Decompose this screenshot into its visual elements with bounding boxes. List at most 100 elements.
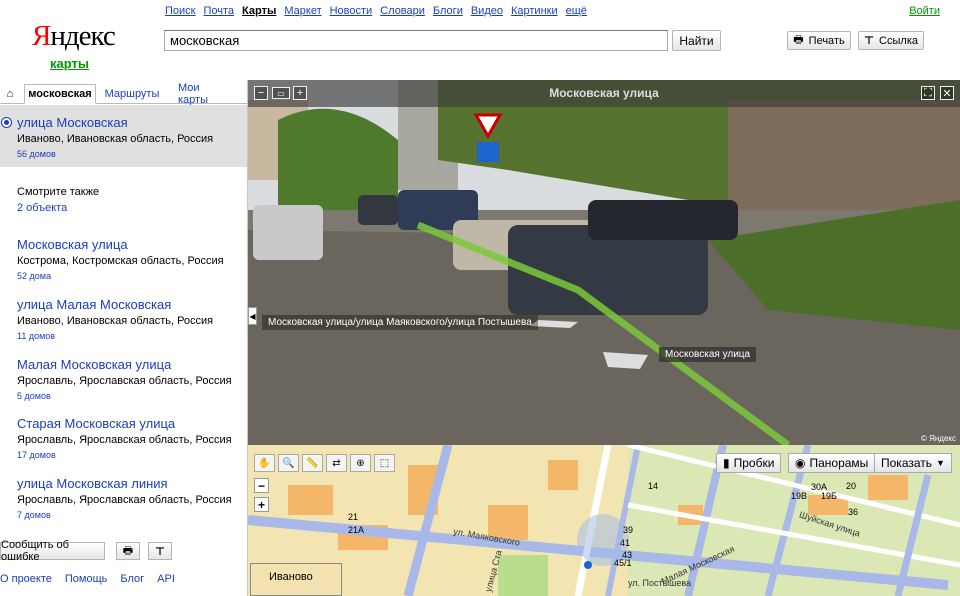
close-icon[interactable]: ✕ xyxy=(940,86,954,100)
search-button[interactable]: Найти xyxy=(672,30,721,51)
traffic-button[interactable]: ▮ Пробки xyxy=(716,453,782,473)
hand-icon[interactable]: ✋ xyxy=(254,454,275,472)
service-market[interactable]: Маркет xyxy=(284,5,321,17)
top-bar: Яндекс карты Поиск Почта Карты Маркет Но… xyxy=(0,0,960,80)
result-title[interactable]: Старая Московская улица xyxy=(17,416,232,431)
service-dictionaries[interactable]: Словари xyxy=(380,5,425,17)
list-item[interactable]: Старая Московская улица Ярославль, Яросл… xyxy=(17,416,232,460)
collapse-sidebar-icon[interactable]: ◀ xyxy=(248,307,257,325)
select-icon[interactable]: ⬚ xyxy=(374,454,395,472)
panorama-title: Московская улица xyxy=(549,86,659,100)
service-images[interactable]: Картинки xyxy=(511,5,558,17)
panoramas-label: Панорамы xyxy=(809,456,869,470)
service-maps[interactable]: Карты xyxy=(242,5,276,17)
map-view[interactable]: 21А 21 39 41 43 45/1 14 30А 19В 19Б 20 3… xyxy=(248,445,960,596)
print-button-label: Печать xyxy=(808,34,845,47)
result-title[interactable]: улица Московская xyxy=(17,115,213,130)
service-video[interactable]: Видео xyxy=(471,5,503,17)
traffic-label: Пробки xyxy=(733,456,775,470)
service-more[interactable]: ещё xyxy=(566,5,587,17)
service-news[interactable]: Новости xyxy=(330,5,373,17)
see-also: Смотрите также 2 объекта xyxy=(17,186,99,214)
print-button[interactable]: 🖶 Печать xyxy=(787,31,851,50)
house-number: 45/1 xyxy=(614,558,632,568)
panorama-direction-label[interactable]: Московская улица/улица Маяковского/улица… xyxy=(262,315,538,330)
printer-icon[interactable]: 🖶 xyxy=(116,542,140,560)
ruler-icon[interactable]: 📏 xyxy=(302,454,323,472)
house-number: 19Б xyxy=(821,491,837,501)
minimap[interactable]: Иваново xyxy=(250,563,342,596)
house-number: 21А xyxy=(348,525,365,535)
panoramas-button[interactable]: ◉ Панорамы xyxy=(788,453,876,473)
login-link[interactable]: Войти xyxy=(909,5,940,17)
result-title[interactable]: улица Московская линия xyxy=(17,476,232,491)
report-error-button[interactable]: Сообщить об ошибке xyxy=(0,539,105,563)
service-search[interactable]: Поиск xyxy=(165,5,195,17)
home-icon[interactable]: ⌂ xyxy=(0,84,20,104)
result-address: Иваново, Ивановская область, Россия xyxy=(17,315,214,327)
zoom-slider[interactable]: ▭ xyxy=(272,87,290,99)
result-count[interactable]: 7 домов xyxy=(17,510,232,520)
pushpin-icon: ⊤ xyxy=(863,35,875,47)
panorama-scene xyxy=(248,80,960,445)
tab-search[interactable]: московская xyxy=(24,84,96,104)
route-icon[interactable]: ⇄ xyxy=(326,454,347,472)
result-count[interactable]: 11 домов xyxy=(17,331,213,341)
link-button[interactable]: ⊤ Ссылка xyxy=(858,31,924,50)
result-count[interactable]: 5 домов xyxy=(17,391,232,401)
magnifier-icon[interactable]: 🔍 xyxy=(278,454,299,472)
services-nav: Поиск Почта Карты Маркет Новости Словари… xyxy=(165,5,587,17)
footer-blog[interactable]: Блог xyxy=(120,573,144,585)
panorama-street-label[interactable]: Московская улица xyxy=(659,347,757,362)
result-address: Кострома, Костромская область, Россия xyxy=(17,255,224,267)
show-label: Показать xyxy=(881,456,933,470)
see-also-label: Смотрите также xyxy=(17,186,100,198)
maps-service-link[interactable]: карты xyxy=(50,56,89,71)
service-blogs[interactable]: Блоги xyxy=(433,5,463,17)
footer-about[interactable]: О проекте xyxy=(0,573,52,585)
fullscreen-icon[interactable]: ⛶ xyxy=(921,86,935,100)
zoom-out-icon[interactable]: − xyxy=(254,86,268,100)
map-zoom-out-icon[interactable]: − xyxy=(254,478,269,493)
minimap-city-label: Иваново xyxy=(269,571,313,583)
see-also-count[interactable]: 2 объекта xyxy=(17,202,99,214)
yandex-logo[interactable]: Яндекс xyxy=(32,20,116,53)
sidebar-actions: Сообщить об ошибке 🖶 ⊤ xyxy=(0,539,247,566)
house-number: 19В xyxy=(791,491,808,501)
street-label: ул. Постышева xyxy=(628,578,692,588)
result-title[interactable]: улица Малая Московская xyxy=(17,297,213,312)
house-number: 21 xyxy=(348,512,359,522)
footer-help[interactable]: Помощь xyxy=(65,573,108,585)
list-item[interactable]: улица Московская Иваново, Ивановская обл… xyxy=(17,115,213,159)
zoom-in-icon[interactable]: + xyxy=(293,86,307,100)
tab-my-maps[interactable]: Мои карты xyxy=(178,82,230,106)
result-address: Ярославль, Ярославская область, Россия xyxy=(17,434,232,446)
list-item[interactable]: Малая Московская улица Ярославль, Яросла… xyxy=(17,357,232,401)
result-count[interactable]: 52 дома xyxy=(17,271,224,281)
service-mail[interactable]: Почта xyxy=(203,5,234,17)
logo-first-letter: Я xyxy=(32,20,51,52)
house-number: 20 xyxy=(846,481,857,491)
list-item[interactable]: улица Малая Московская Иваново, Ивановск… xyxy=(17,297,213,341)
footer-api[interactable]: API xyxy=(157,573,175,585)
result-count[interactable]: 56 домов xyxy=(17,149,213,159)
result-title[interactable]: Московская улица xyxy=(17,237,224,252)
result-address: Иваново, Ивановская область, Россия xyxy=(17,133,214,145)
footer-links: О проекте Помощь Блог API xyxy=(0,573,247,585)
selected-radio[interactable] xyxy=(1,117,12,128)
result-count[interactable]: 17 домов xyxy=(17,450,232,460)
point-icon[interactable]: ⊕ xyxy=(350,454,371,472)
pushpin-icon[interactable]: ⊤ xyxy=(148,542,172,560)
house-number: 39 xyxy=(623,525,634,535)
list-item[interactable]: Московская улица Кострома, Костромская о… xyxy=(17,237,224,281)
result-title[interactable]: Малая Московская улица xyxy=(17,357,232,372)
link-button-label: Ссылка xyxy=(879,34,918,47)
search-input[interactable]: московская xyxy=(164,30,668,51)
search-results-sidebar: ⌂ московская Маршруты Мои карты улица Мо… xyxy=(0,80,248,596)
tab-routes[interactable]: Маршруты xyxy=(104,84,160,104)
street-panorama[interactable]: Московская улица − ▭ + ⛶ ✕ Московская ул… xyxy=(248,80,960,445)
list-item[interactable]: улица Московская линия Ярославль, Яросла… xyxy=(17,476,232,520)
house-number: 36 xyxy=(848,507,859,517)
show-layers-button[interactable]: Показать ▼ xyxy=(874,453,952,473)
map-zoom-in-icon[interactable]: + xyxy=(254,497,269,512)
